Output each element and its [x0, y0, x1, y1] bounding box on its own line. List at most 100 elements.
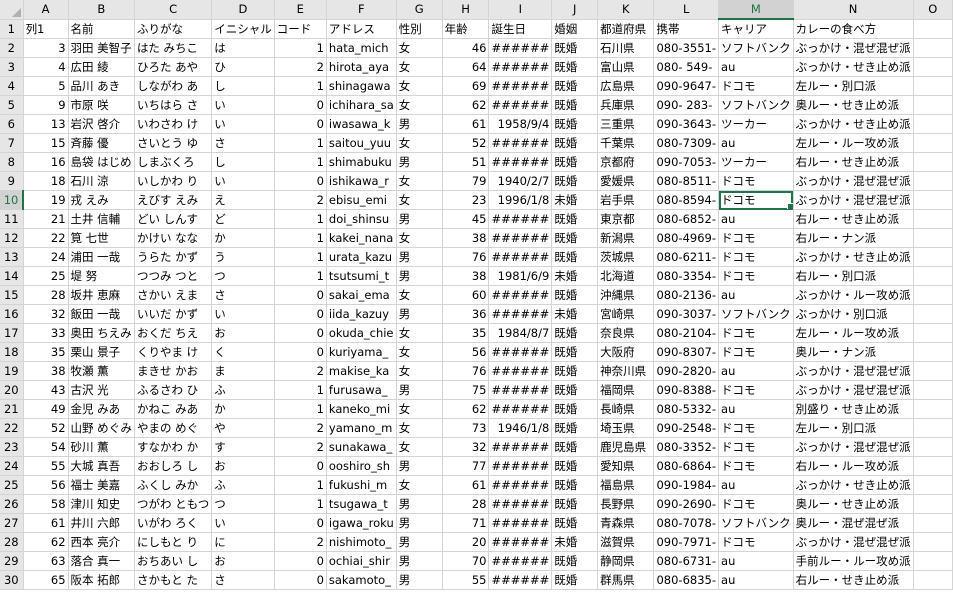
- cell-b29[interactable]: 落合 真一: [68, 551, 136, 571]
- cell-g29[interactable]: 男: [396, 551, 443, 571]
- cell-c9[interactable]: いしかわ り: [134, 171, 213, 191]
- cell-j23[interactable]: 既婚: [551, 437, 599, 457]
- cell-n8[interactable]: 右ルー・せき止め派: [793, 152, 914, 172]
- cell-h30[interactable]: 55: [442, 570, 490, 590]
- cell-i14[interactable]: 1981/6/9: [488, 266, 553, 286]
- cell-g23[interactable]: 女: [396, 437, 443, 457]
- cell-g12[interactable]: 女: [396, 228, 443, 248]
- cell-f19[interactable]: makise_ka: [326, 361, 397, 381]
- cell-n16[interactable]: ぶっかけ・別口派: [793, 304, 914, 324]
- cell-b4[interactable]: 品川 あき: [68, 76, 136, 96]
- cell-a25[interactable]: 56: [23, 475, 69, 495]
- cell-i28[interactable]: ######: [488, 532, 553, 552]
- cell-g1[interactable]: 性別: [396, 19, 443, 39]
- cell-l14[interactable]: 080-3354-: [653, 266, 720, 286]
- cell-l20[interactable]: 090-8388-: [653, 380, 720, 400]
- cell-g15[interactable]: 女: [396, 285, 443, 305]
- cell-i29[interactable]: ######: [488, 551, 553, 571]
- cell-o7[interactable]: [913, 133, 953, 153]
- cell-j25[interactable]: 既婚: [551, 475, 599, 495]
- cell-l8[interactable]: 090-7053-: [653, 152, 720, 172]
- cell-d10[interactable]: え: [211, 190, 275, 210]
- cell-f24[interactable]: ooshiro_sh: [326, 456, 397, 476]
- cell-n19[interactable]: ぶっかけ・混ぜ混ぜ派: [793, 361, 914, 381]
- cell-n11[interactable]: 右ルー・せき止め派: [793, 209, 914, 229]
- cell-j11[interactable]: 既婚: [551, 209, 599, 229]
- cell-e22[interactable]: 2: [274, 418, 327, 438]
- cell-h28[interactable]: 20: [442, 532, 490, 552]
- cell-c24[interactable]: おおしろ し: [134, 456, 213, 476]
- cell-k24[interactable]: 愛知県: [597, 456, 655, 476]
- cell-m12[interactable]: ドコモ: [718, 228, 794, 248]
- cell-a11[interactable]: 21: [23, 209, 69, 229]
- cell-l30[interactable]: 080-6835-: [653, 570, 720, 590]
- cell-g27[interactable]: 男: [396, 513, 443, 533]
- cell-l24[interactable]: 080-6864-: [653, 456, 720, 476]
- cell-n21[interactable]: 別盛り・せき止め派: [793, 399, 914, 419]
- cell-e2[interactable]: 1: [274, 38, 327, 58]
- cell-d17[interactable]: お: [211, 323, 275, 343]
- cell-b10[interactable]: 戎 えみ: [68, 190, 136, 210]
- cell-g8[interactable]: 男: [396, 152, 443, 172]
- row-header[interactable]: 7: [0, 133, 24, 153]
- cell-f13[interactable]: urata_kazu: [326, 247, 397, 267]
- cell-j16[interactable]: 未婚: [551, 304, 599, 324]
- cell-l5[interactable]: 090- 283-: [653, 95, 720, 115]
- cell-b16[interactable]: 飯田 一哉: [68, 304, 136, 324]
- cell-f15[interactable]: sakai_ema: [326, 285, 397, 305]
- cell-b26[interactable]: 津川 知史: [68, 494, 136, 514]
- cell-o2[interactable]: [913, 38, 953, 58]
- row-header[interactable]: 2: [0, 38, 24, 58]
- cell-k7[interactable]: 千葉県: [597, 133, 655, 153]
- cell-e1[interactable]: コード: [274, 19, 327, 39]
- row-header[interactable]: 14: [0, 266, 24, 286]
- cell-j20[interactable]: 既婚: [551, 380, 599, 400]
- cell-k27[interactable]: 青森県: [597, 513, 655, 533]
- cell-d1[interactable]: イニシャル: [211, 19, 275, 39]
- column-header-i[interactable]: I: [488, 0, 553, 20]
- cell-i4[interactable]: ######: [488, 76, 553, 96]
- row-header[interactable]: 16: [0, 304, 24, 324]
- cell-g7[interactable]: 女: [396, 133, 443, 153]
- column-header-n[interactable]: N: [793, 0, 914, 20]
- cell-n3[interactable]: ぶっかけ・せき止め派: [793, 57, 914, 77]
- cell-c25[interactable]: ふくし みか: [134, 475, 213, 495]
- cell-m27[interactable]: ソフトバンク: [718, 513, 794, 533]
- cell-m11[interactable]: au: [718, 209, 794, 229]
- cell-j7[interactable]: 既婚: [551, 133, 599, 153]
- cell-g24[interactable]: 男: [396, 456, 443, 476]
- cell-d12[interactable]: か: [211, 228, 275, 248]
- cell-n13[interactable]: ぶっかけ・せき止め派: [793, 247, 914, 267]
- cell-o28[interactable]: [913, 532, 953, 552]
- cell-d15[interactable]: さ: [211, 285, 275, 305]
- cell-f5[interactable]: ichihara_sa: [326, 95, 397, 115]
- cell-o30[interactable]: [913, 570, 953, 590]
- cell-f26[interactable]: tsugawa_t: [326, 494, 397, 514]
- cell-a19[interactable]: 38: [23, 361, 69, 381]
- cell-e19[interactable]: 2: [274, 361, 327, 381]
- cell-h15[interactable]: 60: [442, 285, 490, 305]
- cell-i2[interactable]: ######: [488, 38, 553, 58]
- column-header-b[interactable]: B: [68, 0, 136, 20]
- cell-m22[interactable]: ドコモ: [718, 418, 794, 438]
- cell-d22[interactable]: や: [211, 418, 275, 438]
- row-header[interactable]: 29: [0, 551, 24, 571]
- cell-j15[interactable]: 既婚: [551, 285, 599, 305]
- row-header[interactable]: 6: [0, 114, 24, 134]
- cell-d4[interactable]: し: [211, 76, 275, 96]
- cell-a23[interactable]: 54: [23, 437, 69, 457]
- cell-a1[interactable]: 列1: [23, 19, 69, 39]
- cell-h6[interactable]: 61: [442, 114, 490, 134]
- cell-d29[interactable]: お: [211, 551, 275, 571]
- cell-j1[interactable]: 婚姻: [551, 19, 599, 39]
- cell-e30[interactable]: 0: [274, 570, 327, 590]
- cell-i6[interactable]: 1958/9/4: [488, 114, 553, 134]
- cell-o29[interactable]: [913, 551, 953, 571]
- cell-l23[interactable]: 080-3352-: [653, 437, 720, 457]
- cell-e10[interactable]: 2: [274, 190, 327, 210]
- cell-j18[interactable]: 既婚: [551, 342, 599, 362]
- cell-f1[interactable]: アドレス: [326, 19, 397, 39]
- cell-g22[interactable]: 女: [396, 418, 443, 438]
- cell-l26[interactable]: 090-2690-: [653, 494, 720, 514]
- cell-n4[interactable]: 左ルー・別口派: [793, 76, 914, 96]
